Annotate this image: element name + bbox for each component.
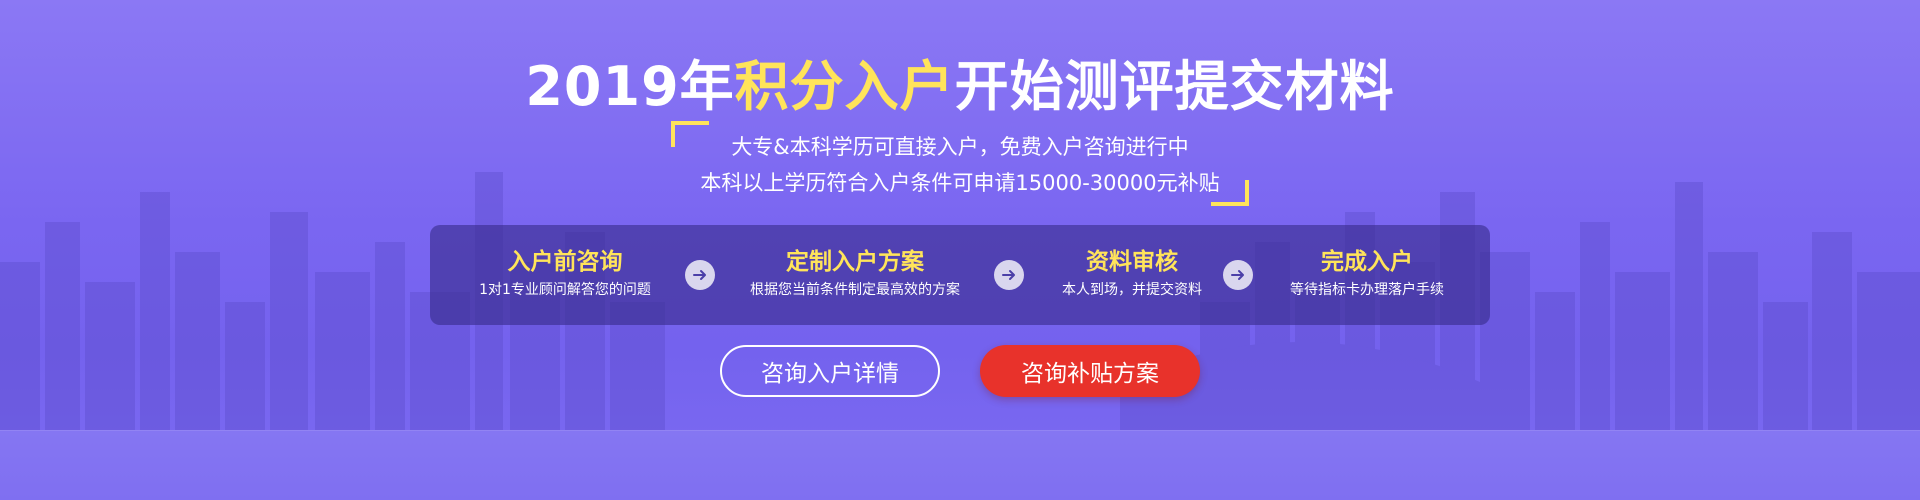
subtitle-line-2: 本科以上学历符合入户条件可申请15000-30000元补贴 [700, 171, 1220, 195]
consult-details-button[interactable]: 咨询入户详情 [720, 345, 940, 397]
subtitle-line-1: 大专&本科学历可直接入户，免费入户咨询进行中 [731, 135, 1189, 159]
title-suffix: 开始测评提交材料 [954, 55, 1395, 118]
step-description: 本人到场，并提交资料 [1062, 282, 1202, 298]
step-description: 1对1专业顾问解答您的问题 [479, 282, 651, 298]
floor-reflection [0, 430, 1920, 500]
title-highlight: 积分入户 [734, 55, 955, 118]
step-description: 等待指标卡办理落户手续 [1290, 282, 1444, 298]
hero-banner: 2019年积分入户开始测评提交材料 大专&本科学历可直接入户，免费入户咨询进行中… [0, 0, 1920, 500]
title-prefix: 2019年 [525, 55, 735, 118]
page-title: 2019年积分入户开始测评提交材料 [0, 42, 1920, 121]
subsidy-plan-button[interactable]: 咨询补贴方案 [980, 345, 1200, 397]
step-document-review: 资料审核 本人到场，并提交资料 [1042, 247, 1222, 301]
step-complete-registration: 完成入户 等待指标卡办理落户手续 [1262, 247, 1472, 301]
process-steps-panel: 入户前咨询 1对1专业顾问解答您的问题 定制入户方案 根据您当前条件制定最高效的… [430, 225, 1490, 325]
step-title: 入户前咨询 [507, 249, 623, 275]
arrow-right-icon [685, 260, 715, 290]
step-custom-plan: 定制入户方案 根据您当前条件制定最高效的方案 [730, 247, 980, 301]
step-title: 定制入户方案 [786, 249, 924, 275]
arrow-right-icon [1223, 260, 1253, 290]
step-consultation: 入户前咨询 1对1专业顾问解答您的问题 [470, 247, 660, 301]
step-title: 完成入户 [1321, 249, 1413, 275]
arrow-right-icon [994, 260, 1024, 290]
step-title: 资料审核 [1086, 249, 1178, 275]
step-description: 根据您当前条件制定最高效的方案 [750, 282, 960, 298]
